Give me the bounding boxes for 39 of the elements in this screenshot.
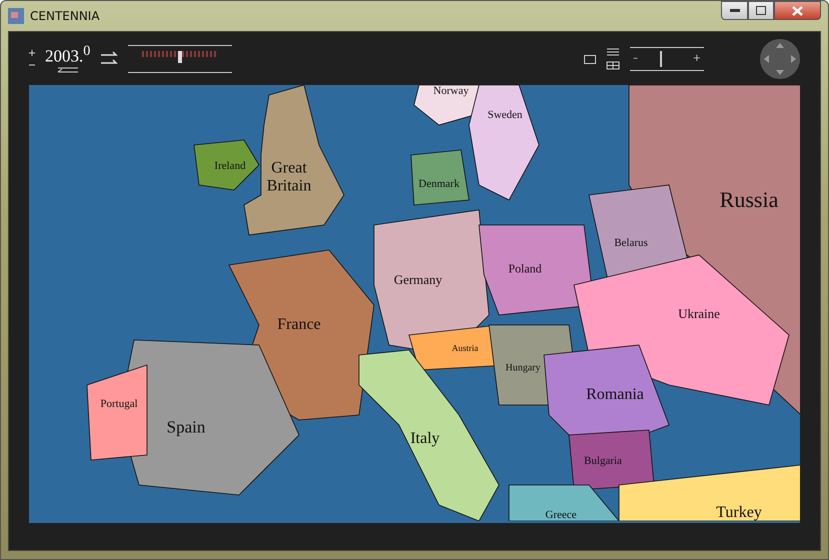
- reverse-arrows-icon[interactable]: [56, 66, 79, 74]
- maximize-button[interactable]: [748, 1, 774, 20]
- country-label: Bulgaria: [584, 454, 622, 468]
- country-label: Ukraine: [678, 306, 720, 322]
- country-label: Germany: [394, 272, 442, 288]
- zoom-minus[interactable]: –: [633, 53, 638, 64]
- navigation-pad-icon[interactable]: [760, 38, 800, 78]
- app-icon: [8, 8, 24, 24]
- year-display: 2003.$^{0}$: [45, 42, 90, 66]
- country-label: Spain: [166, 418, 206, 438]
- window-title: CENTENNIA: [30, 9, 100, 23]
- country-label: Turkey: [716, 504, 762, 522]
- country-label: Ireland: [214, 160, 246, 172]
- country-label: Sweden: [488, 108, 522, 122]
- timeline-slider[interactable]: [128, 44, 232, 72]
- country-label: Russia: [720, 188, 778, 212]
- country-label: Romania: [586, 386, 644, 404]
- increment-decrement-icon[interactable]: [29, 48, 35, 68]
- close-button[interactable]: [774, 1, 821, 20]
- list-grid-icon[interactable]: [606, 48, 620, 70]
- country-label: Italy: [410, 430, 440, 448]
- country-label: Belarus: [614, 236, 648, 250]
- country-label: Norway: [433, 85, 469, 98]
- zoom-thumb[interactable]: [660, 50, 662, 66]
- country-label: France: [277, 316, 321, 334]
- close-icon: [792, 6, 803, 16]
- timeline-thumb[interactable]: [178, 50, 182, 62]
- maximize-icon: [756, 6, 766, 15]
- zoom-slider[interactable]: – +: [630, 46, 704, 70]
- country-label: Austria: [452, 344, 478, 354]
- country-label: Portugal: [100, 398, 138, 410]
- zoom-plus[interactable]: +: [692, 53, 701, 64]
- minimize-icon: [730, 8, 740, 12]
- country-label: Hungary: [506, 362, 540, 374]
- country-label: Great Britain: [266, 159, 312, 195]
- country-label: Denmark: [418, 178, 460, 190]
- country-label: Greece: [545, 508, 577, 522]
- country-label: Poland: [508, 262, 542, 276]
- minimize-button[interactable]: [721, 1, 748, 20]
